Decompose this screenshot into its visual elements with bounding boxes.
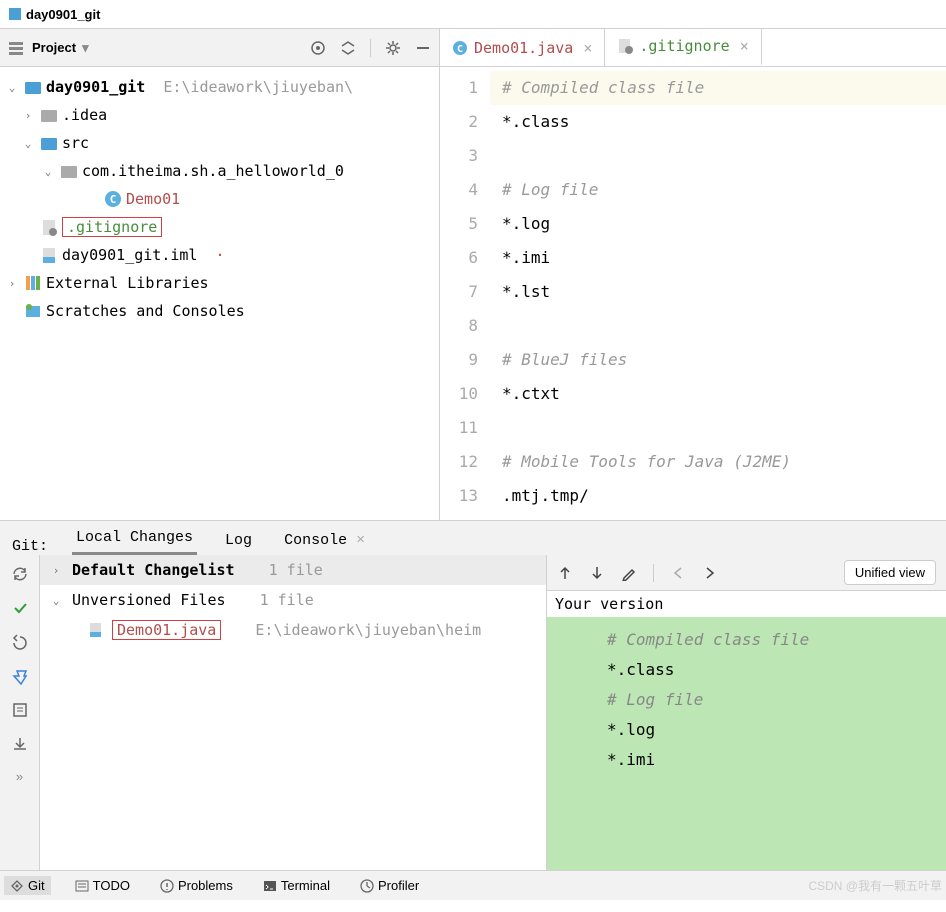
code-content[interactable]: # Compiled class file *.class # Log file…: [490, 67, 946, 520]
close-icon[interactable]: ×: [740, 37, 749, 55]
your-version-label: Your version: [547, 591, 946, 617]
refresh-icon[interactable]: [11, 565, 29, 583]
git-tab-log[interactable]: Log: [221, 526, 256, 555]
code-editor[interactable]: 12345678910111213 # Compiled class file …: [440, 67, 946, 520]
tree-root[interactable]: ⌄day0901_git E:\ideawork\jiuyeban\: [0, 73, 439, 101]
locate-icon[interactable]: [310, 40, 326, 56]
expand-icon[interactable]: »: [16, 769, 23, 784]
git-label: Git:: [12, 538, 48, 555]
commit-icon[interactable]: [11, 599, 29, 617]
project-icon: [8, 7, 22, 21]
tree-scratches[interactable]: Scratches and Consoles: [0, 297, 439, 325]
bottom-git[interactable]: Git: [4, 876, 51, 895]
arrow-up-icon[interactable]: [557, 565, 573, 581]
default-changelist-row[interactable]: ›Default Changelist 1 file: [40, 555, 546, 585]
changes-tree[interactable]: ›Default Changelist 1 file ⌄Unversioned …: [40, 555, 546, 870]
project-label[interactable]: Project ▾: [32, 40, 89, 56]
project-header: Project ▾: [0, 29, 439, 67]
project-tree[interactable]: ⌄day0901_git E:\ideawork\jiuyeban\ ›.ide…: [0, 67, 439, 520]
project-view-icon: [8, 40, 24, 56]
tree-iml[interactable]: day0901_git.iml ·: [0, 241, 439, 269]
forward-icon[interactable]: [702, 565, 718, 581]
close-icon[interactable]: ×: [583, 39, 592, 57]
window-title: day0901_git: [26, 7, 100, 22]
tree-gitignore[interactable]: .gitignore: [0, 213, 439, 241]
bottom-todo[interactable]: TODO: [69, 876, 136, 895]
tree-idea[interactable]: ›.idea: [0, 101, 439, 129]
changelist-icon[interactable]: [11, 701, 29, 719]
expand-icon[interactable]: [340, 40, 356, 56]
bottom-profiler[interactable]: Profiler: [354, 876, 425, 895]
close-icon: ×: [356, 532, 365, 549]
bottom-problems[interactable]: Problems: [154, 876, 239, 895]
status-bar: Git TODO Problems Terminal Profiler CSDN…: [0, 870, 946, 900]
tree-demo01[interactable]: CDemo01: [0, 185, 439, 213]
unified-view-button[interactable]: Unified view: [844, 560, 936, 585]
arrow-down-icon[interactable]: [589, 565, 605, 581]
editor-tabs: CDemo01.java× .gitignore×: [440, 29, 946, 67]
tree-src[interactable]: ⌄src: [0, 129, 439, 157]
diff-viewer: Unified view Your version # Compiled cla…: [546, 555, 946, 870]
git-tabs: Git: Local Changes Log Console ×: [0, 521, 946, 555]
watermark: CSDN @我有一颗五叶草: [808, 877, 942, 894]
svg-text:C: C: [110, 193, 117, 206]
tab-gitignore[interactable]: .gitignore×: [605, 29, 761, 66]
tree-package[interactable]: ⌄com.itheima.sh.a_helloworld_0: [0, 157, 439, 185]
git-tab-console[interactable]: Console ×: [280, 526, 369, 555]
svg-text:C: C: [457, 44, 463, 55]
shelve-icon[interactable]: [11, 735, 29, 753]
back-icon[interactable]: [670, 565, 686, 581]
window-title-bar: day0901_git: [0, 0, 946, 28]
bottom-terminal[interactable]: Terminal: [257, 876, 336, 895]
diff-icon[interactable]: [11, 667, 29, 685]
tree-external-libs[interactable]: ›External Libraries: [0, 269, 439, 297]
gear-icon[interactable]: [385, 40, 401, 56]
tab-demo01[interactable]: CDemo01.java×: [440, 29, 605, 66]
minimize-icon[interactable]: [415, 40, 431, 56]
unversioned-file-row[interactable]: Demo01.java E:\ideawork\jiuyeban\heim: [40, 615, 546, 645]
rollback-icon[interactable]: [11, 633, 29, 651]
git-side-toolbar: »: [0, 555, 40, 870]
unversioned-row[interactable]: ⌄Unversioned Files 1 file: [40, 585, 546, 615]
edit-icon[interactable]: [621, 565, 637, 581]
git-tool-window: Git: Local Changes Log Console × » ›Defa…: [0, 520, 946, 870]
git-tab-local-changes[interactable]: Local Changes: [72, 523, 197, 555]
project-tool-window: Project ▾ ⌄day0901_git E:\ideawork\jiuye…: [0, 29, 440, 520]
editor-panel: CDemo01.java× .gitignore× 12345678910111…: [440, 29, 946, 520]
line-gutter: 12345678910111213: [440, 67, 490, 520]
diff-content[interactable]: # Compiled class file *.class # Log file…: [547, 617, 946, 870]
diff-toolbar: Unified view: [547, 555, 946, 591]
